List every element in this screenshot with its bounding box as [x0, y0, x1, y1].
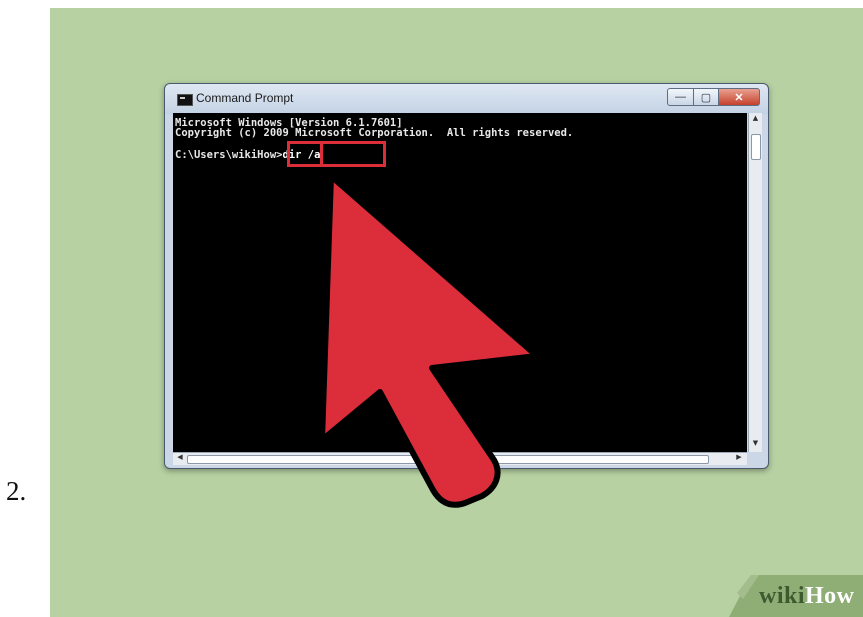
console-prompt: C:\Users\wikiHow> [175, 149, 283, 161]
command-highlight-box [320, 141, 386, 167]
title-bar[interactable]: Command Prompt — ▢ ✕ [165, 84, 768, 112]
scroll-left-arrow-icon[interactable]: ◀ [174, 453, 186, 465]
horizontal-scrollbar[interactable]: ◀ ▶ [173, 452, 747, 465]
vertical-scrollbar[interactable]: ▲ ▼ [748, 113, 762, 452]
command-prompt-icon [177, 94, 193, 106]
step-number: 2. [6, 476, 27, 506]
horizontal-scroll-thumb[interactable] [187, 455, 709, 464]
window-title: Command Prompt [196, 91, 294, 105]
logo-wiki-text: wiki [759, 583, 806, 609]
minimize-button[interactable]: — [667, 88, 694, 106]
illustration-panel: Command Prompt — ▢ ✕ Microsoft Windows [… [50, 8, 863, 617]
scroll-up-arrow-icon[interactable]: ▲ [749, 114, 762, 126]
wikihow-logo: wikiHow [693, 575, 863, 617]
console-copyright-line: Copyright (c) 2009 Microsoft Corporation… [175, 127, 574, 139]
scroll-down-arrow-icon[interactable]: ▼ [749, 439, 762, 451]
maximize-button[interactable]: ▢ [693, 88, 719, 106]
vertical-scroll-thumb[interactable] [751, 134, 761, 160]
logo-how-text: How [805, 583, 855, 609]
console-output[interactable]: Microsoft Windows [Version 6.1.7601] Cop… [173, 113, 747, 452]
scroll-right-arrow-icon[interactable]: ▶ [733, 453, 745, 465]
command-prompt-window[interactable]: Command Prompt — ▢ ✕ Microsoft Windows [… [164, 83, 769, 469]
close-button[interactable]: ✕ [718, 88, 760, 106]
